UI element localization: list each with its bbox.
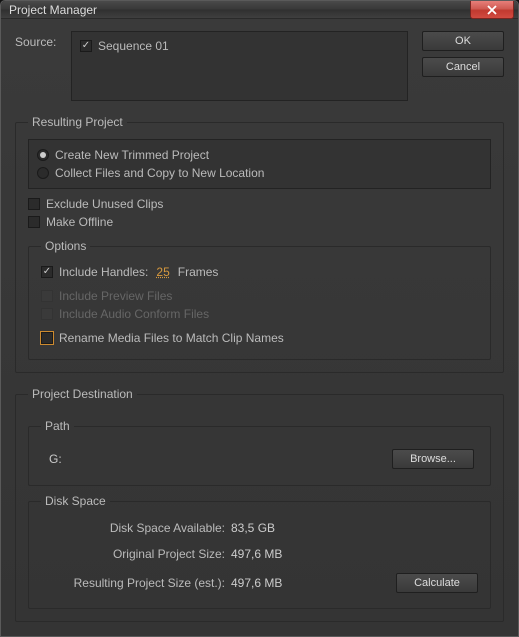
make-offline-checkbox[interactable] [28, 216, 40, 228]
include-audio-checkbox [41, 308, 53, 320]
disk-avail-label: Disk Space Available: [41, 521, 231, 535]
source-item-checkbox[interactable] [80, 40, 92, 52]
browse-button[interactable]: Browse... [392, 449, 474, 469]
source-list[interactable]: Sequence 01 [71, 31, 408, 101]
titlebar[interactable]: Project Manager [1, 1, 518, 19]
path-value: G: [49, 452, 62, 466]
include-preview-checkbox [41, 290, 53, 302]
rename-media-row[interactable]: Rename Media Files to Match Clip Names [41, 329, 478, 347]
resulting-mode-box: Create New Trimmed Project Collect Files… [28, 139, 491, 189]
rename-media-label: Rename Media Files to Match Clip Names [59, 331, 284, 345]
resulting-project-group: Resulting Project Create New Trimmed Pro… [15, 115, 504, 373]
include-preview-row: Include Preview Files [41, 287, 478, 305]
resulting-project-legend: Resulting Project [28, 115, 127, 129]
exclude-unused-row[interactable]: Exclude Unused Clips [28, 195, 491, 213]
include-audio-label: Include Audio Conform Files [59, 307, 209, 321]
project-manager-window: Project Manager Source: Sequence 01 OK C… [0, 0, 519, 637]
options-group: Options Include Handles: 25 Frames Inclu… [28, 239, 491, 360]
include-audio-row: Include Audio Conform Files [41, 305, 478, 323]
include-handles-label-pre: Include Handles: [59, 265, 148, 279]
radio-collect[interactable]: Collect Files and Copy to New Location [37, 164, 482, 182]
options-legend: Options [41, 239, 90, 253]
include-preview-label: Include Preview Files [59, 289, 172, 303]
source-item[interactable]: Sequence 01 [80, 37, 399, 55]
exclude-unused-checkbox[interactable] [28, 198, 40, 210]
path-group: Path G: Browse... [28, 419, 491, 486]
close-icon [487, 5, 497, 15]
project-destination-legend: Project Destination [28, 387, 137, 401]
make-offline-row[interactable]: Make Offline [28, 213, 491, 231]
rename-media-checkbox[interactable] [41, 332, 53, 344]
calculate-button[interactable]: Calculate [396, 573, 478, 593]
radio-collect-label: Collect Files and Copy to New Location [55, 166, 264, 180]
orig-size-label: Original Project Size: [41, 547, 231, 561]
radio-trimmed-label: Create New Trimmed Project [55, 148, 209, 162]
include-handles-row[interactable]: Include Handles: 25 Frames [41, 263, 478, 281]
include-handles-value[interactable]: 25 [154, 265, 171, 279]
result-size-value: 497,6 MB [231, 576, 311, 590]
path-legend: Path [41, 419, 74, 433]
result-size-label: Resulting Project Size (est.): [41, 576, 231, 590]
close-button[interactable] [470, 1, 514, 19]
project-destination-group: Project Destination Path G: Browse... Di… [15, 387, 504, 622]
exclude-unused-label: Exclude Unused Clips [46, 197, 163, 211]
orig-size-value: 497,6 MB [231, 547, 311, 561]
disk-avail-value: 83,5 GB [231, 521, 311, 535]
radio-trimmed[interactable]: Create New Trimmed Project [37, 146, 482, 164]
dialog-body: Source: Sequence 01 OK Cancel Resulting … [1, 19, 518, 636]
radio-collect-input[interactable] [37, 167, 49, 179]
include-handles-checkbox[interactable] [41, 266, 53, 278]
make-offline-label: Make Offline [46, 215, 113, 229]
include-handles-label-post: Frames [178, 265, 219, 279]
cancel-button[interactable]: Cancel [422, 57, 504, 77]
radio-trimmed-input[interactable] [37, 149, 49, 161]
disk-space-legend: Disk Space [41, 494, 110, 508]
source-label: Source: [15, 31, 61, 49]
window-title: Project Manager [9, 3, 97, 17]
ok-button[interactable]: OK [422, 31, 504, 51]
source-item-label: Sequence 01 [98, 39, 169, 53]
disk-space-group: Disk Space Disk Space Available: 83,5 GB… [28, 494, 491, 609]
